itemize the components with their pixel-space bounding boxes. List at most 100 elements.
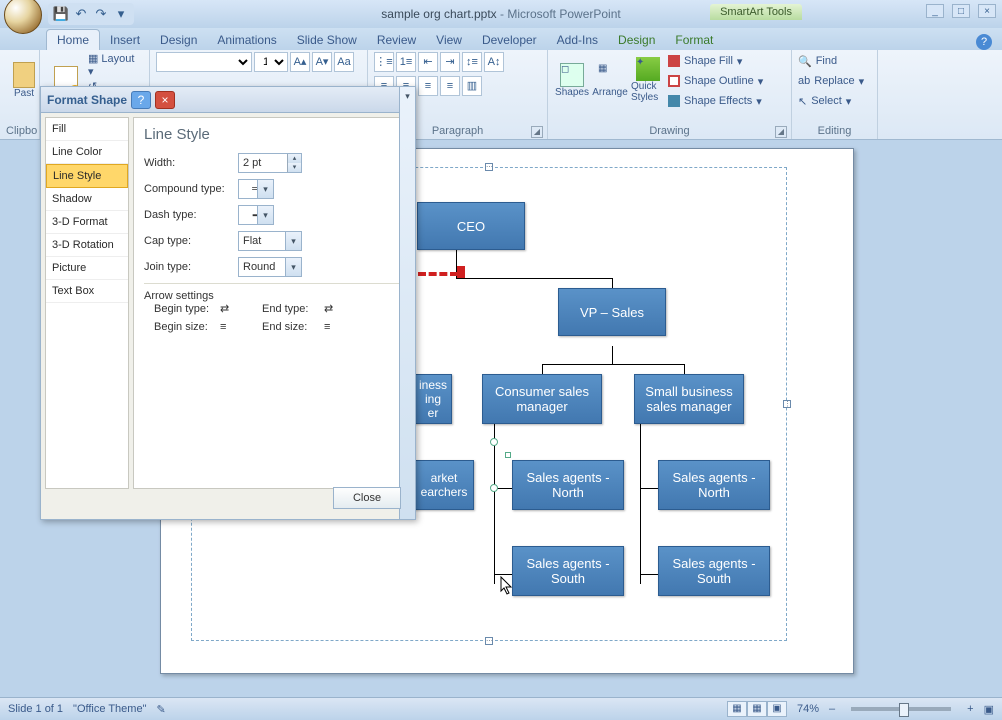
shape-outline-menu[interactable]: Shape Outline ▾ <box>668 72 763 90</box>
org-node-market-res[interactable]: arketearchers <box>414 460 474 510</box>
zoom-in-button[interactable]: + <box>967 703 973 715</box>
close-button[interactable]: Close <box>333 487 401 509</box>
resize-handle[interactable]: ⋯ <box>485 163 493 171</box>
begin-size-select[interactable]: ≡▾ <box>220 321 256 333</box>
columns-icon[interactable]: ▥ <box>462 76 482 96</box>
font-size-select[interactable]: 18 <box>254 52 288 72</box>
cap-type-select[interactable]: Flat▾ <box>238 231 302 251</box>
close-button[interactable]: × <box>978 4 996 18</box>
justify-icon[interactable]: ≡ <box>440 76 460 96</box>
find-button[interactable]: 🔍 Find <box>798 52 871 70</box>
layout-menu[interactable]: ▦ Layout ▾ <box>88 52 143 78</box>
clear-format-icon[interactable]: Aa <box>334 52 354 72</box>
nav-shadow[interactable]: Shadow <box>46 188 128 211</box>
width-label: Width: <box>144 157 232 169</box>
slide-indicator: Slide 1 of 1 <box>8 703 63 715</box>
bullets-icon[interactable]: ⋮≡ <box>374 52 394 72</box>
arrange-button[interactable]: ▦Arrange <box>592 52 628 108</box>
org-node-vp-sales[interactable]: VP – Sales <box>558 288 666 336</box>
org-node-sa-north-2[interactable]: Sales agents - North <box>658 460 770 510</box>
paste-button[interactable]: Past <box>6 52 42 108</box>
nav-3d-format[interactable]: 3-D Format <box>46 211 128 234</box>
org-node-sa-south-2[interactable]: Sales agents - South <box>658 546 770 596</box>
editing-group-label: Editing <box>798 125 871 139</box>
dash-type-select[interactable]: ━▾ <box>238 205 274 225</box>
tab-animations[interactable]: Animations <box>207 30 286 50</box>
nav-text-box[interactable]: Text Box <box>46 280 128 303</box>
dialog-nav: Fill Line Color Line Style Shadow 3-D Fo… <box>45 117 129 489</box>
org-node-sa-south-1[interactable]: Sales agents - South <box>512 546 624 596</box>
tab-addins[interactable]: Add-Ins <box>547 30 608 50</box>
save-icon[interactable]: 💾 <box>52 5 70 23</box>
clipboard-group-label: Clipbo <box>6 125 33 139</box>
grow-font-icon[interactable]: A▴ <box>290 52 310 72</box>
zoom-out-button[interactable]: – <box>829 703 835 715</box>
qat-customize-icon[interactable]: ▾ <box>112 5 130 23</box>
tab-review[interactable]: Review <box>367 30 426 50</box>
connector <box>456 278 612 279</box>
sorter-view-button[interactable]: ▦ <box>747 701 767 717</box>
dialog-help-button[interactable]: ? <box>131 91 151 109</box>
drawing-dialog-launcher[interactable]: ◢ <box>775 126 787 138</box>
line-spacing-icon[interactable]: ↕≡ <box>462 52 482 72</box>
zoom-slider[interactable] <box>851 707 951 711</box>
org-node-sa-north-1[interactable]: Sales agents - North <box>512 460 624 510</box>
paragraph-dialog-launcher[interactable]: ◢ <box>531 126 543 138</box>
compound-type-select[interactable]: ═▾ <box>238 179 274 199</box>
org-node-biz-mgr[interactable]: inessinger <box>414 374 452 424</box>
select-button[interactable]: ↖ Select ▾ <box>798 92 871 110</box>
tab-slideshow[interactable]: Slide Show <box>287 30 367 50</box>
end-type-select[interactable]: ⇄▾ <box>324 302 360 315</box>
nav-picture[interactable]: Picture <box>46 257 128 280</box>
nav-line-color[interactable]: Line Color <box>46 141 128 164</box>
numbering-icon[interactable]: 1≡ <box>396 52 416 72</box>
tab-smartart-design[interactable]: Design <box>608 30 665 50</box>
fit-to-window-button[interactable]: ▣ <box>984 703 994 716</box>
status-bar: Slide 1 of 1 "Office Theme" ✎ ▦ ▦ ▣ 74% … <box>0 697 1002 720</box>
org-node-ceo[interactable]: CEO <box>417 202 525 250</box>
increase-indent-icon[interactable]: ⇥ <box>440 52 460 72</box>
selection-handle[interactable] <box>505 452 511 458</box>
resize-handle[interactable]: ⋮ <box>783 400 791 408</box>
tab-insert[interactable]: Insert <box>100 30 150 50</box>
tab-view[interactable]: View <box>426 30 472 50</box>
replace-button[interactable]: ab Replace ▾ <box>798 72 871 90</box>
tab-developer[interactable]: Developer <box>472 30 547 50</box>
width-spinner[interactable]: 2 pt▴▾ <box>238 153 302 173</box>
undo-icon[interactable]: ↶ <box>72 5 90 23</box>
end-size-select[interactable]: ≡▾ <box>324 321 360 333</box>
dialog-close-button[interactable]: × <box>155 91 175 109</box>
spellcheck-icon[interactable]: ✎ <box>156 703 165 716</box>
tab-design[interactable]: Design <box>150 30 207 50</box>
redo-icon[interactable]: ↷ <box>92 5 110 23</box>
join-type-select[interactable]: Round▾ <box>238 257 302 277</box>
shapes-button[interactable]: ◻Shapes <box>554 52 590 108</box>
shrink-font-icon[interactable]: A▾ <box>312 52 332 72</box>
selection-handle[interactable] <box>490 484 498 492</box>
begin-type-select[interactable]: ⇄▾ <box>220 302 256 315</box>
decrease-indent-icon[interactable]: ⇤ <box>418 52 438 72</box>
org-node-smallbiz-mgr[interactable]: Small business sales manager <box>634 374 744 424</box>
nav-3d-rotation[interactable]: 3-D Rotation <box>46 234 128 257</box>
quick-styles-button[interactable]: ✦Quick Styles <box>630 52 666 108</box>
tab-home[interactable]: Home <box>46 29 100 50</box>
normal-view-button[interactable]: ▦ <box>727 701 747 717</box>
minimize-button[interactable]: _ <box>926 4 944 18</box>
font-family-select[interactable] <box>156 52 252 72</box>
zoom-level[interactable]: 74% <box>797 703 819 715</box>
text-direction-icon[interactable]: A↕ <box>484 52 504 72</box>
help-icon[interactable]: ? <box>976 34 992 50</box>
nav-line-style[interactable]: Line Style <box>46 164 128 188</box>
shape-fill-menu[interactable]: Shape Fill ▾ <box>668 52 763 70</box>
restore-button[interactable]: □ <box>952 4 970 18</box>
slideshow-view-button[interactable]: ▣ <box>767 701 787 717</box>
org-node-consumer-mgr[interactable]: Consumer sales manager <box>482 374 602 424</box>
tab-smartart-format[interactable]: Format <box>665 30 723 50</box>
selection-handle[interactable] <box>490 438 498 446</box>
shape-effects-menu[interactable]: Shape Effects ▾ <box>668 92 763 110</box>
nav-fill[interactable]: Fill <box>46 118 128 141</box>
resize-handle[interactable]: ⋯ <box>485 637 493 645</box>
drawing-group-label: Drawing◢ <box>554 125 785 139</box>
dialog-title: Format Shape <box>47 93 127 107</box>
align-right-icon[interactable]: ≡ <box>418 76 438 96</box>
